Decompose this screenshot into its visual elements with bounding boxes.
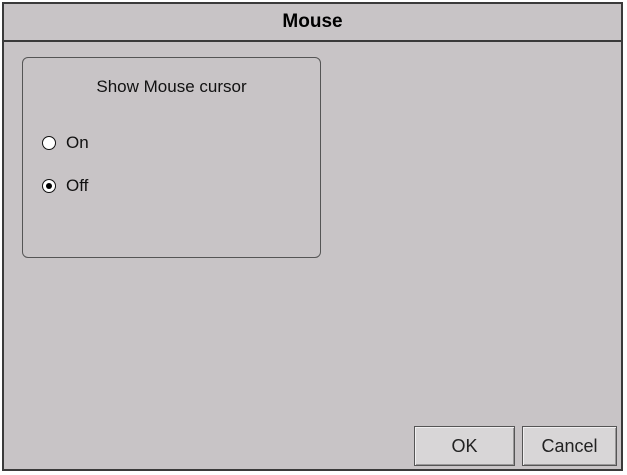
radio-option-off[interactable]: Off bbox=[42, 175, 88, 197]
radio-option-on[interactable]: On bbox=[42, 132, 89, 154]
group-label: Show Mouse cursor bbox=[96, 77, 247, 96]
show-mouse-cursor-group: Show Mouse cursor On Off bbox=[22, 57, 321, 258]
radio-on-icon[interactable] bbox=[42, 136, 56, 150]
radio-off-label: Off bbox=[66, 176, 89, 195]
dialog-title: Mouse bbox=[282, 11, 343, 32]
mouse-dialog: Mouse Show Mouse cursor On Off OK Cancel bbox=[2, 2, 623, 471]
radio-selected-dot-icon bbox=[45, 182, 52, 189]
radio-off-icon[interactable] bbox=[42, 179, 56, 193]
title-bar: Mouse bbox=[4, 4, 621, 42]
cancel-button[interactable]: Cancel bbox=[522, 426, 617, 466]
ok-button[interactable]: OK bbox=[414, 426, 515, 466]
radio-on-label: On bbox=[66, 133, 89, 152]
